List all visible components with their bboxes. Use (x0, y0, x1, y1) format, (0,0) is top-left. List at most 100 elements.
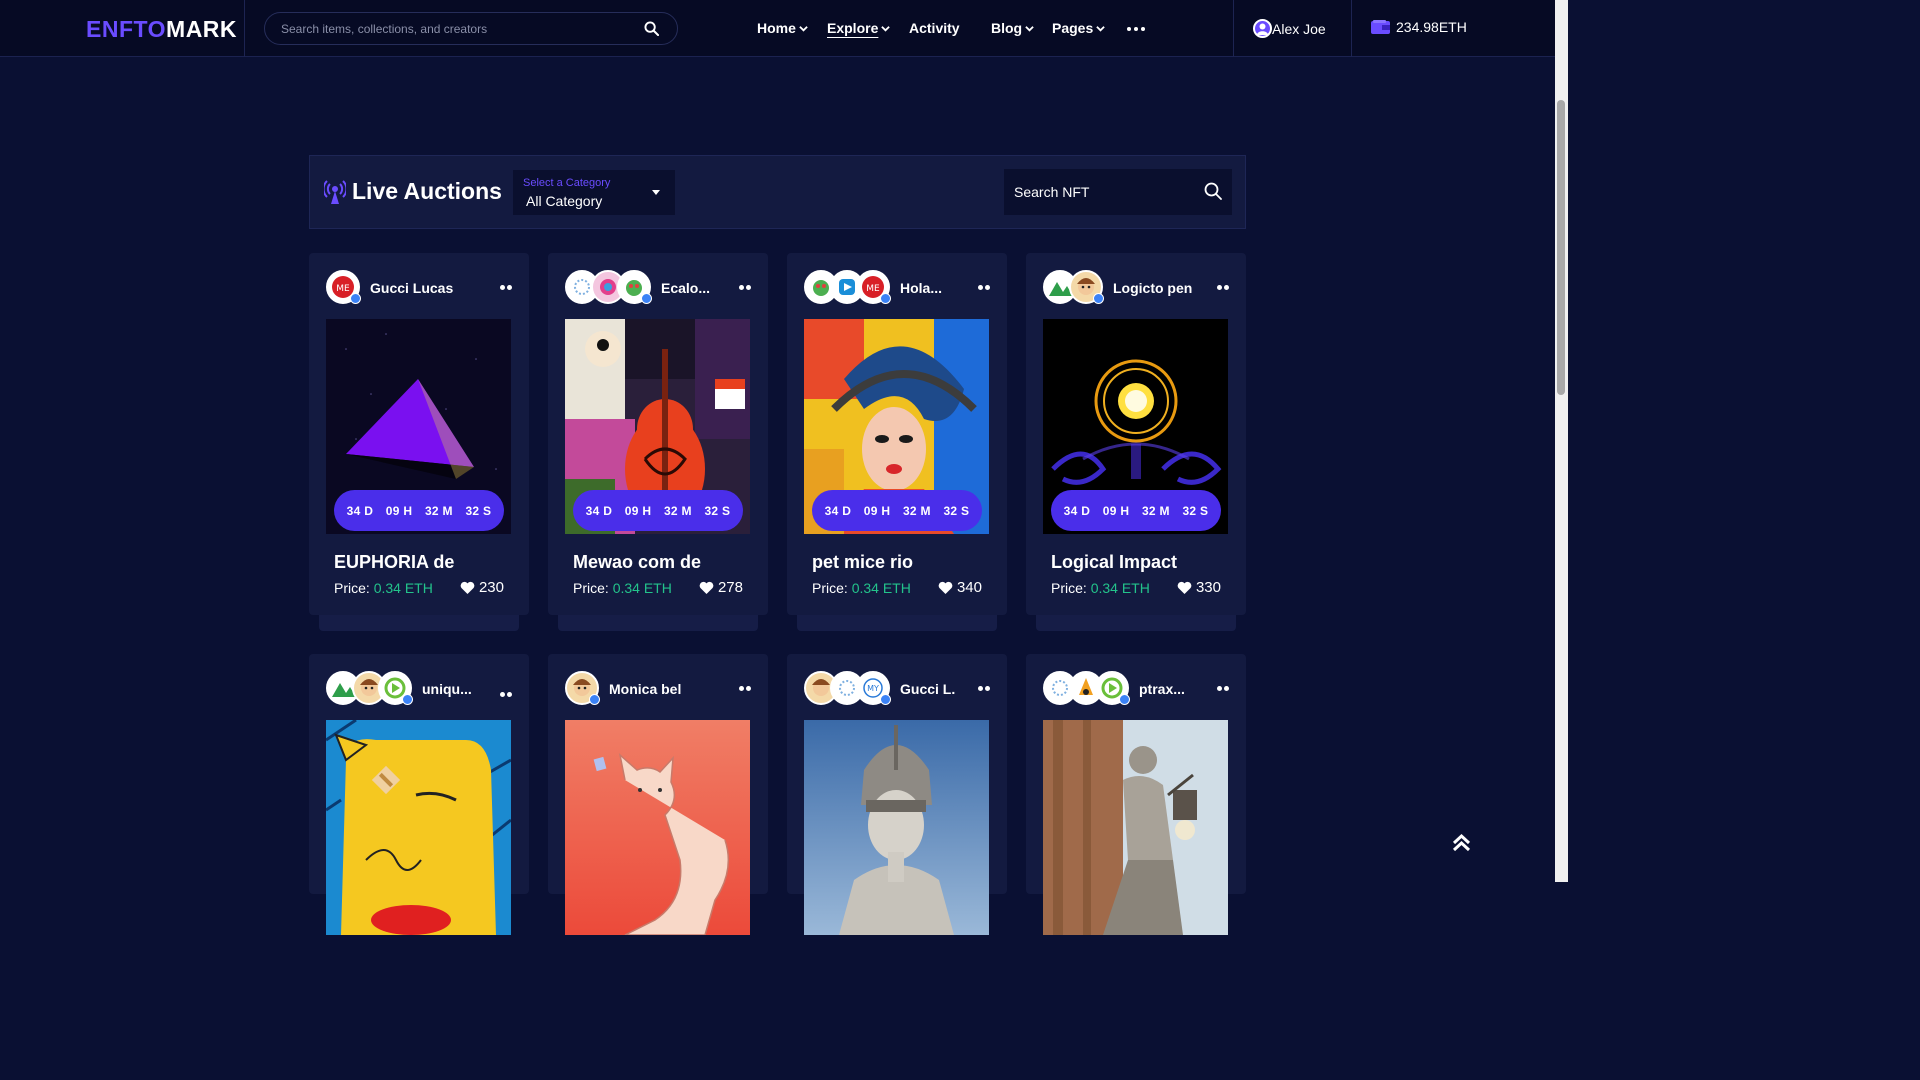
creator-avatars (326, 671, 413, 705)
nav-pages[interactable]: Pages (1052, 20, 1105, 36)
chevron-down-icon (799, 25, 808, 32)
creator-avatars: MY (804, 671, 891, 705)
wallet-icon (1371, 19, 1390, 34)
auction-card[interactable]: Ecalo... 34 D 09 H 32 M 32 S Mewao com de P… (548, 253, 768, 631)
creator-name[interactable]: Gucci Lucas (370, 280, 453, 296)
creator-avatars: ME (326, 270, 361, 304)
nft-price: Price: 0.34 ETH (334, 580, 433, 596)
page-scrollbar[interactable] (1555, 0, 1568, 882)
countdown-timer: 34 D 09 H 32 M 32 S (1051, 490, 1221, 531)
nft-price: Price: 0.34 ETH (812, 580, 911, 596)
creator-avatars (565, 671, 600, 705)
like-button[interactable]: 340 (938, 579, 982, 596)
heart-icon (699, 581, 714, 594)
chevron-down-icon (1096, 25, 1105, 32)
more-options-icon[interactable] (739, 686, 751, 691)
nft-image[interactable] (804, 720, 989, 935)
scrollbar-thumb[interactable] (1557, 100, 1565, 395)
nft-price: Price: 0.34 ETH (573, 580, 672, 596)
avatar[interactable] (378, 671, 413, 705)
verified-icon (880, 293, 891, 304)
like-button[interactable]: 330 (1177, 579, 1221, 596)
top-navbar: ENFTOMARK Home Explore Activity Blog Pag… (0, 0, 1555, 57)
more-options-icon[interactable] (1217, 285, 1229, 290)
avatar[interactable] (565, 671, 600, 705)
avatar[interactable] (1069, 270, 1104, 304)
like-button[interactable]: 230 (460, 579, 504, 596)
auction-card[interactable]: uniqu... (309, 654, 529, 935)
avatar[interactable]: ME (326, 270, 361, 304)
avatar[interactable]: MY (856, 671, 891, 705)
auction-card[interactable]: MY Gucci L. (787, 654, 1007, 935)
nav-activity[interactable]: Activity (909, 20, 960, 36)
nft-search-input[interactable] (1014, 183, 1194, 201)
logo[interactable]: ENFTOMARK (86, 16, 237, 43)
nft-name[interactable]: EUPHORIA de (334, 552, 454, 573)
divider (1351, 0, 1352, 57)
auction-card[interactable]: Logicto pen 34 D 09 H 32 M 32 S Logical Imp… (1026, 253, 1246, 631)
avatar[interactable]: ME (856, 270, 891, 304)
verified-icon (1093, 293, 1104, 304)
more-options-icon[interactable] (500, 285, 512, 290)
avatar[interactable] (617, 270, 652, 304)
live-auctions-header: Live Auctions Select a Category All Cate… (309, 155, 1246, 229)
auction-card[interactable]: ME Hola... 34 D 09 H 32 M 32 S pet mice rio… (787, 253, 1007, 631)
broadcast-icon (324, 179, 346, 204)
user-profile[interactable]: Alex Joe (1253, 19, 1326, 38)
auction-card[interactable]: Monica bel (548, 654, 768, 935)
search-icon[interactable] (1204, 182, 1222, 205)
divider (1233, 0, 1234, 57)
double-chevron-up-icon (1452, 833, 1471, 852)
chevron-down-icon (1025, 25, 1034, 32)
creator-name[interactable]: ptrax... (1139, 681, 1185, 697)
category-select[interactable]: Select a Category All Category (513, 170, 675, 215)
svg-text:MY: MY (867, 684, 879, 693)
more-menu-icon[interactable] (1127, 27, 1145, 31)
countdown-timer: 34 D 09 H 32 M 32 S (334, 490, 504, 531)
search-icon[interactable] (644, 21, 660, 41)
like-button[interactable]: 278 (699, 579, 743, 596)
user-name: Alex Joe (1272, 20, 1326, 37)
nav-blog[interactable]: Blog (991, 20, 1034, 36)
heart-icon (938, 581, 953, 594)
auction-card[interactable]: ptrax... (1026, 654, 1246, 935)
wallet-balance[interactable]: 234.98ETH (1371, 19, 1467, 35)
more-options-icon[interactable] (739, 285, 751, 290)
creator-name[interactable]: Ecalo... (661, 280, 710, 296)
caret-down-icon (652, 190, 660, 195)
more-options-icon[interactable] (1217, 686, 1229, 691)
svg-text:ME: ME (336, 284, 350, 294)
global-search (264, 12, 678, 45)
nft-search (1004, 169, 1232, 215)
more-options-icon[interactable] (978, 285, 990, 290)
creator-name[interactable]: Hola... (900, 280, 942, 296)
creator-name[interactable]: Gucci L. (900, 681, 955, 697)
nft-image[interactable] (1043, 720, 1228, 935)
nav-home[interactable]: Home (757, 20, 808, 36)
more-options-icon[interactable] (978, 686, 990, 691)
creator-avatars: ME (804, 270, 891, 304)
section-title: Live Auctions (324, 178, 502, 205)
auction-card[interactable]: ME Gucci Lucas 34 D 09 H 32 M 32 S EUPHORIA… (309, 253, 529, 631)
nft-name[interactable]: Mewao com de (573, 552, 701, 573)
verified-icon (641, 293, 652, 304)
nft-image[interactable] (326, 720, 511, 935)
nft-price: Price: 0.34 ETH (1051, 580, 1150, 596)
more-options-icon[interactable] (500, 692, 512, 697)
creator-avatars (1043, 270, 1104, 304)
nft-name[interactable]: pet mice rio (812, 552, 913, 573)
creator-name[interactable]: uniqu... (422, 681, 472, 697)
avatar[interactable] (1095, 671, 1130, 705)
nav-explore[interactable]: Explore (827, 20, 891, 36)
creator-name[interactable]: Logicto pen (1113, 280, 1192, 296)
heart-icon (1177, 581, 1192, 594)
nft-image[interactable] (565, 720, 750, 935)
creator-name[interactable]: Monica bel (609, 681, 681, 697)
verified-icon (880, 694, 891, 705)
nft-name[interactable]: Logical Impact (1051, 552, 1177, 573)
global-search-input[interactable] (281, 20, 621, 38)
countdown-timer: 34 D 09 H 32 M 32 S (573, 490, 743, 531)
scroll-to-top-button[interactable] (1452, 833, 1471, 857)
user-icon (1253, 19, 1272, 38)
svg-text:ME: ME (866, 284, 880, 294)
